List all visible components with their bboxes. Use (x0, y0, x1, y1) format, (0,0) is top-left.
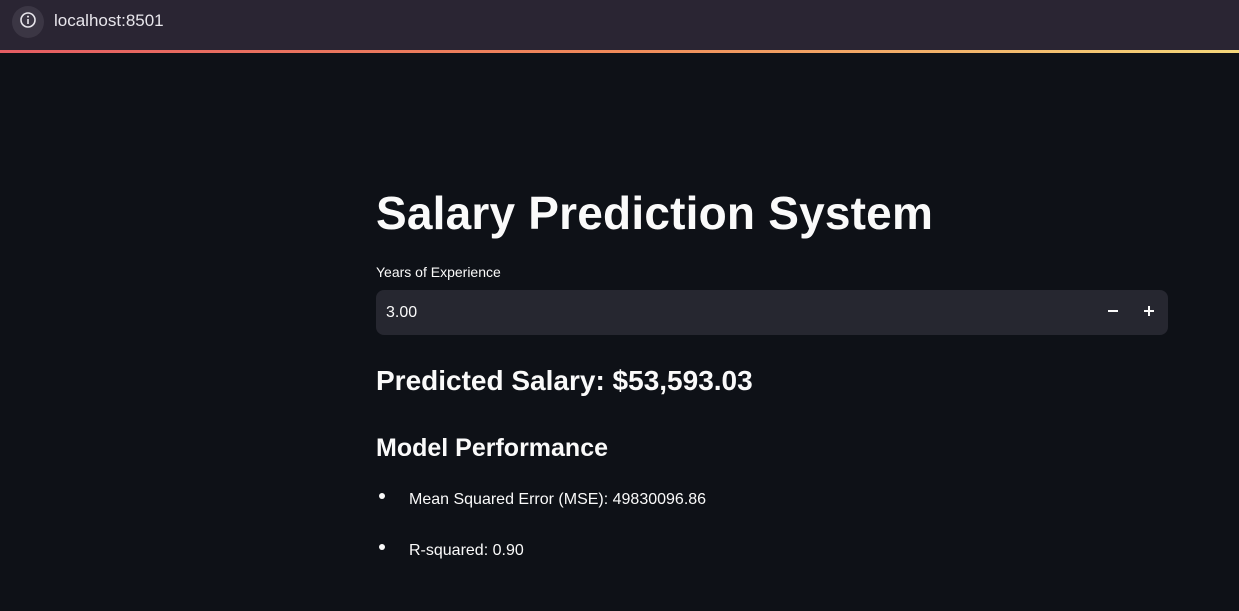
plus-icon (1143, 304, 1155, 322)
info-icon (19, 11, 37, 34)
header-decoration-line (0, 50, 1239, 53)
experience-label: Years of Experience (376, 264, 501, 280)
metric-text: R-squared: 0.90 (409, 542, 524, 559)
minus-icon (1107, 304, 1119, 322)
increment-button[interactable] (1133, 296, 1165, 329)
model-performance-heading: Model Performance (376, 434, 609, 462)
metric-text: Mean Squared Error (MSE): 49830096.86 (409, 491, 707, 508)
bullet-icon (379, 493, 385, 499)
bullet-icon (379, 544, 385, 550)
experience-input-value[interactable]: 3.00 (386, 303, 417, 323)
browser-address-bar: localhost:8501 (0, 0, 1239, 50)
url-text[interactable]: localhost:8501 (54, 11, 164, 31)
decrement-button[interactable] (1097, 296, 1129, 329)
predicted-salary: Predicted Salary: $53,593.03 (376, 365, 753, 396)
page-title: Salary Prediction System (376, 187, 934, 239)
site-info-button[interactable] (12, 6, 44, 38)
experience-number-input[interactable]: 3.00 (376, 290, 1168, 335)
